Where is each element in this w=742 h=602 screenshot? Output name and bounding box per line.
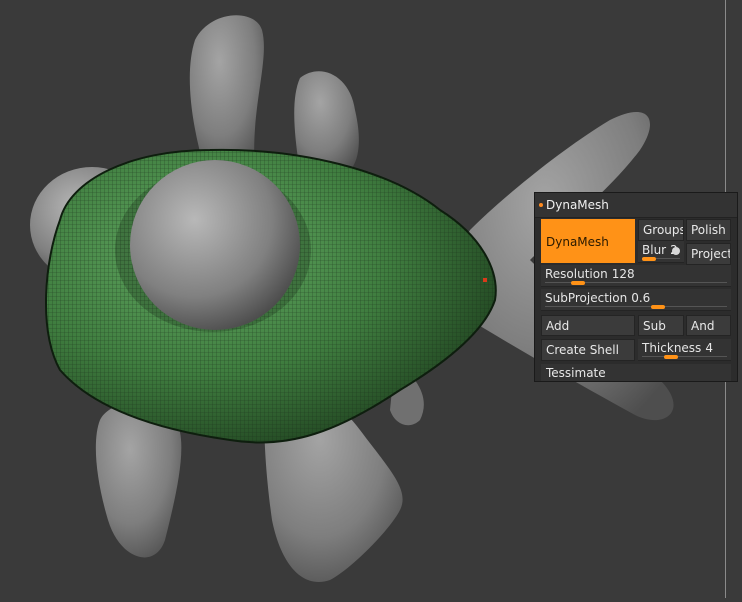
tessimate-button[interactable]: Tessimate [541,364,731,381]
add-button[interactable]: Add [541,315,635,336]
palette-title: DynaMesh [546,198,609,212]
dynamesh-button[interactable]: DynaMesh [541,219,635,263]
collapse-dot-icon [539,203,543,207]
dynamesh-header[interactable]: DynaMesh [535,193,737,218]
subprojection-value: 0.6 [631,291,651,305]
thickness-knob[interactable] [664,355,678,359]
groups-button[interactable]: Groups [638,219,684,241]
sub-button[interactable]: Sub [638,315,684,336]
blur-knob[interactable] [642,257,656,261]
thickness-slider[interactable]: Thickness 4 [638,339,731,361]
subprojection-slider[interactable]: SubProjection 0.6 [541,289,731,311]
blur-slider[interactable]: Blur2 [638,241,684,263]
blur-toggle-icon[interactable] [672,247,680,255]
resolution-slider[interactable]: Resolution 128 [541,265,731,287]
brush-cursor [483,278,487,282]
resolution-knob[interactable] [571,281,585,285]
front-eye [130,160,300,330]
create-shell-button[interactable]: Create Shell [541,339,635,361]
and-button[interactable]: And [686,315,731,336]
subprojection-label: SubProjection [545,291,628,305]
dorsal-fin-large [189,15,264,171]
resolution-value: 128 [611,267,635,281]
thickness-label: Thickness [642,341,702,355]
resolution-label: Resolution [545,267,608,281]
project-button[interactable]: Project [686,243,731,265]
subprojection-knob[interactable] [651,305,665,309]
polish-button[interactable]: Polish [686,219,731,241]
thickness-value: 4 [705,341,713,355]
blur-label: Blur [642,243,667,257]
dynamesh-palette: DynaMesh DynaMesh Groups Polish Blur2 Pr… [534,192,738,382]
